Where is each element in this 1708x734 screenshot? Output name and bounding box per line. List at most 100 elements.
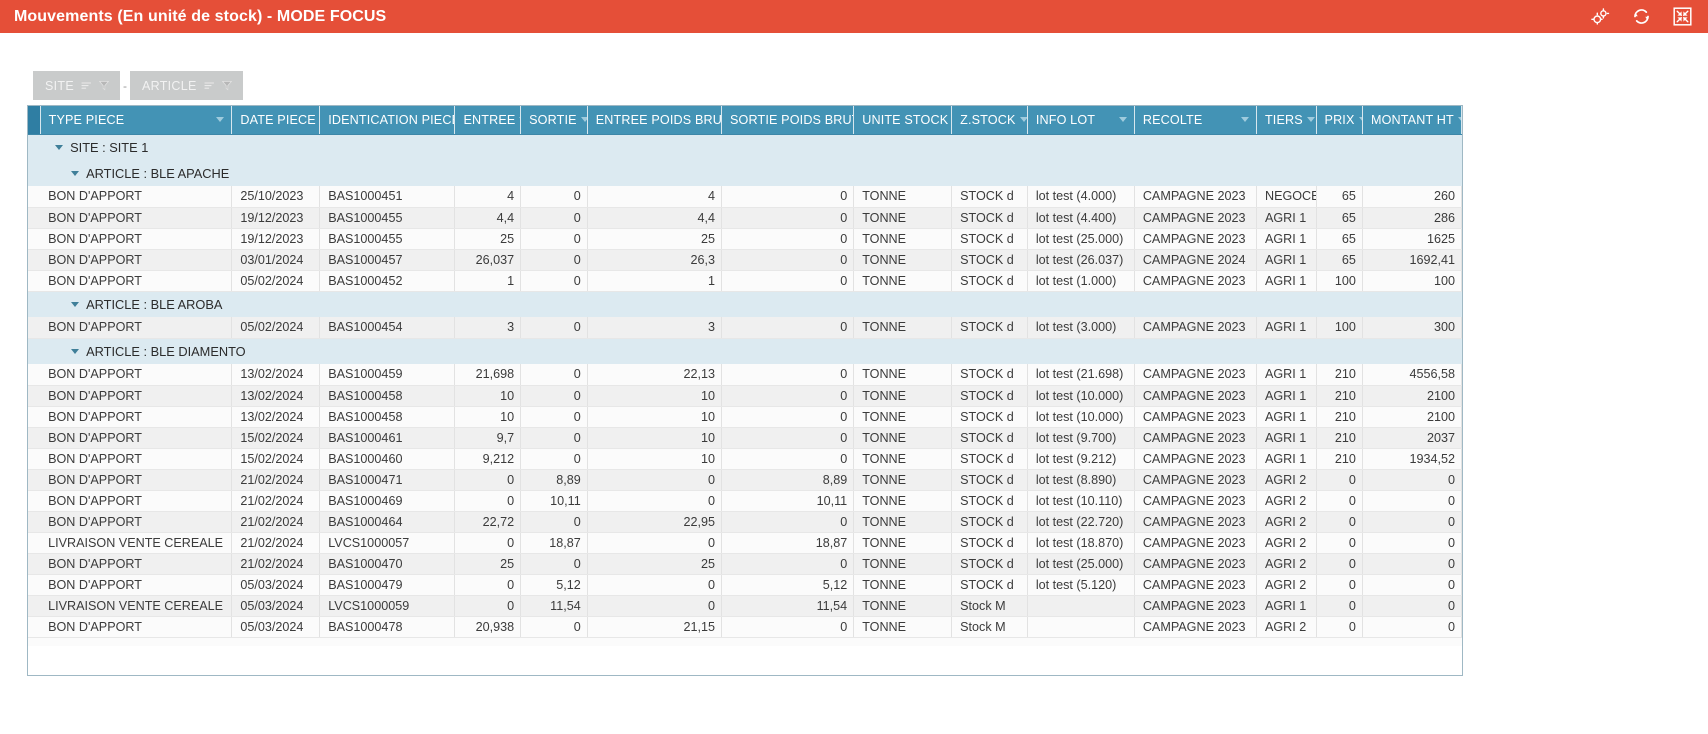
cell-tiers[interactable]: AGRI 1 — [1256, 207, 1316, 228]
cell-entree[interactable]: 21,698 — [455, 364, 521, 385]
cell-prix[interactable]: 210 — [1316, 427, 1362, 448]
cell-recolte[interactable]: CAMPAGNE 2023 — [1134, 469, 1256, 490]
cell-date_piece[interactable]: 21/02/2024 — [232, 532, 320, 553]
cell-type_piece[interactable]: BON D'APPORT — [40, 574, 232, 595]
cell-date_piece[interactable]: 19/12/2023 — [232, 207, 320, 228]
cell-type_piece[interactable]: BON D'APPORT — [40, 469, 232, 490]
cell-recolte[interactable]: CAMPAGNE 2023 — [1134, 448, 1256, 469]
cell-unite_stock[interactable]: TONNE — [854, 469, 952, 490]
cell-entree[interactable]: 1 — [455, 270, 521, 291]
table-row[interactable]: BON D'APPORT21/02/2024BAS100047108,8908,… — [28, 469, 1462, 490]
group-row-level-2[interactable]: ARTICLE : BLE DIAMENTO — [28, 338, 1462, 364]
group-row-cell[interactable]: ARTICLE : BLE APACHE — [40, 160, 1461, 186]
cell-unite_stock[interactable]: TONNE — [854, 207, 952, 228]
cell-entree[interactable]: 26,037 — [455, 249, 521, 270]
cell-sortie[interactable]: 18,87 — [521, 532, 588, 553]
cell-recolte[interactable]: CAMPAGNE 2023 — [1134, 228, 1256, 249]
table-row[interactable]: BON D'APPORT15/02/2024BAS10004609,212010… — [28, 448, 1462, 469]
cell-entree[interactable]: 4,4 — [455, 207, 521, 228]
cell-type_piece[interactable]: LIVRAISON VENTE CEREALE — [40, 595, 232, 616]
cell-info_lot[interactable]: lot test (9.212) — [1027, 448, 1134, 469]
cell-recolte[interactable]: CAMPAGNE 2023 — [1134, 595, 1256, 616]
cell-sortie_poids_brut[interactable]: 0 — [721, 616, 853, 637]
refresh-icon[interactable] — [1632, 7, 1651, 26]
cell-sortie[interactable]: 0 — [521, 317, 588, 338]
cell-recolte[interactable]: CAMPAGNE 2023 — [1134, 186, 1256, 207]
filter-funnel-icon[interactable] — [99, 80, 109, 91]
group-row-level-2[interactable]: ARTICLE : BLE AROBA — [28, 291, 1462, 317]
cell-recolte[interactable]: CAMPAGNE 2023 — [1134, 207, 1256, 228]
group-row-level-1[interactable]: SITE : SITE 1 — [28, 134, 1462, 160]
table-row[interactable]: BON D'APPORT15/02/2024BAS10004619,70100T… — [28, 427, 1462, 448]
cell-unite_stock[interactable]: TONNE — [854, 574, 952, 595]
cell-z_stock[interactable]: STOCK d — [952, 249, 1028, 270]
cell-prix[interactable]: 210 — [1316, 364, 1362, 385]
table-row[interactable]: BON D'APPORT19/12/2023BAS10004554,404,40… — [28, 207, 1462, 228]
cell-recolte[interactable]: CAMPAGNE 2023 — [1134, 385, 1256, 406]
cell-recolte[interactable]: CAMPAGNE 2023 — [1134, 427, 1256, 448]
cell-tiers[interactable]: AGRI 2 — [1256, 574, 1316, 595]
cell-recolte[interactable]: CAMPAGNE 2023 — [1134, 490, 1256, 511]
cell-entree[interactable]: 4 — [455, 186, 521, 207]
table-row[interactable]: BON D'APPORT05/02/2024BAS10004543030TONN… — [28, 317, 1462, 338]
cell-info_lot[interactable]: lot test (5.120) — [1027, 574, 1134, 595]
cell-date_piece[interactable]: 21/02/2024 — [232, 469, 320, 490]
cell-date_piece[interactable]: 15/02/2024 — [232, 448, 320, 469]
cell-identication_piece[interactable]: LVCS1000059 — [320, 595, 455, 616]
cell-identication_piece[interactable]: BAS1000455 — [320, 228, 455, 249]
cell-entree[interactable]: 0 — [455, 490, 521, 511]
cell-type_piece[interactable]: BON D'APPORT — [40, 385, 232, 406]
cell-sortie_poids_brut[interactable]: 0 — [721, 270, 853, 291]
cell-sortie_poids_brut[interactable]: 0 — [721, 364, 853, 385]
cell-prix[interactable]: 65 — [1316, 207, 1362, 228]
cell-sortie_poids_brut[interactable]: 0 — [721, 385, 853, 406]
cell-montant_ht[interactable]: 286 — [1362, 207, 1461, 228]
cell-identication_piece[interactable]: BAS1000464 — [320, 511, 455, 532]
cell-z_stock[interactable]: STOCK d — [952, 532, 1028, 553]
group-row-cell[interactable]: SITE : SITE 1 — [40, 134, 1461, 160]
cell-montant_ht[interactable]: 0 — [1362, 574, 1461, 595]
cell-unite_stock[interactable]: TONNE — [854, 427, 952, 448]
cell-type_piece[interactable]: BON D'APPORT — [40, 406, 232, 427]
cell-identication_piece[interactable]: BAS1000478 — [320, 616, 455, 637]
cell-date_piece[interactable]: 05/02/2024 — [232, 270, 320, 291]
movements-data-grid[interactable]: TYPE PIECEDATE PIECEIDENTICATION PIECEEN… — [27, 105, 1463, 676]
cell-montant_ht[interactable]: 0 — [1362, 490, 1461, 511]
cell-z_stock[interactable]: STOCK d — [952, 448, 1028, 469]
cell-tiers[interactable]: AGRI 1 — [1256, 406, 1316, 427]
cell-type_piece[interactable]: BON D'APPORT — [40, 553, 232, 574]
cell-recolte[interactable]: CAMPAGNE 2023 — [1134, 511, 1256, 532]
sort-icon[interactable] — [204, 80, 215, 91]
cell-prix[interactable]: 0 — [1316, 469, 1362, 490]
cell-prix[interactable]: 0 — [1316, 490, 1362, 511]
cell-entree_poids_brut[interactable]: 10 — [587, 406, 721, 427]
column-header-date_piece[interactable]: DATE PIECE — [232, 106, 320, 134]
cell-z_stock[interactable]: STOCK d — [952, 511, 1028, 532]
cell-montant_ht[interactable]: 1934,52 — [1362, 448, 1461, 469]
cell-sortie_poids_brut[interactable]: 0 — [721, 207, 853, 228]
cell-prix[interactable]: 100 — [1316, 317, 1362, 338]
cell-tiers[interactable]: AGRI 2 — [1256, 553, 1316, 574]
cell-sortie[interactable]: 0 — [521, 228, 588, 249]
cell-recolte[interactable]: CAMPAGNE 2023 — [1134, 364, 1256, 385]
cell-type_piece[interactable]: BON D'APPORT — [40, 228, 232, 249]
cell-date_piece[interactable]: 05/02/2024 — [232, 317, 320, 338]
cell-entree_poids_brut[interactable]: 26,3 — [587, 249, 721, 270]
cell-tiers[interactable]: AGRI 2 — [1256, 616, 1316, 637]
cell-info_lot[interactable]: lot test (26.037) — [1027, 249, 1134, 270]
cell-date_piece[interactable]: 05/03/2024 — [232, 574, 320, 595]
filter-funnel-icon[interactable] — [222, 80, 232, 91]
cell-identication_piece[interactable]: BAS1000455 — [320, 207, 455, 228]
cell-date_piece[interactable]: 15/02/2024 — [232, 427, 320, 448]
cell-prix[interactable]: 0 — [1316, 553, 1362, 574]
cell-entree[interactable]: 0 — [455, 595, 521, 616]
cell-type_piece[interactable]: BON D'APPORT — [40, 427, 232, 448]
cell-sortie_poids_brut[interactable]: 11,54 — [721, 595, 853, 616]
cell-montant_ht[interactable]: 260 — [1362, 186, 1461, 207]
cell-entree[interactable]: 25 — [455, 228, 521, 249]
cell-info_lot[interactable]: lot test (25.000) — [1027, 228, 1134, 249]
column-header-entree_poids_brut[interactable]: ENTREE POIDS BRUT — [587, 106, 721, 134]
cell-prix[interactable]: 0 — [1316, 574, 1362, 595]
cell-identication_piece[interactable]: BAS1000479 — [320, 574, 455, 595]
cell-info_lot[interactable]: lot test (10.000) — [1027, 406, 1134, 427]
